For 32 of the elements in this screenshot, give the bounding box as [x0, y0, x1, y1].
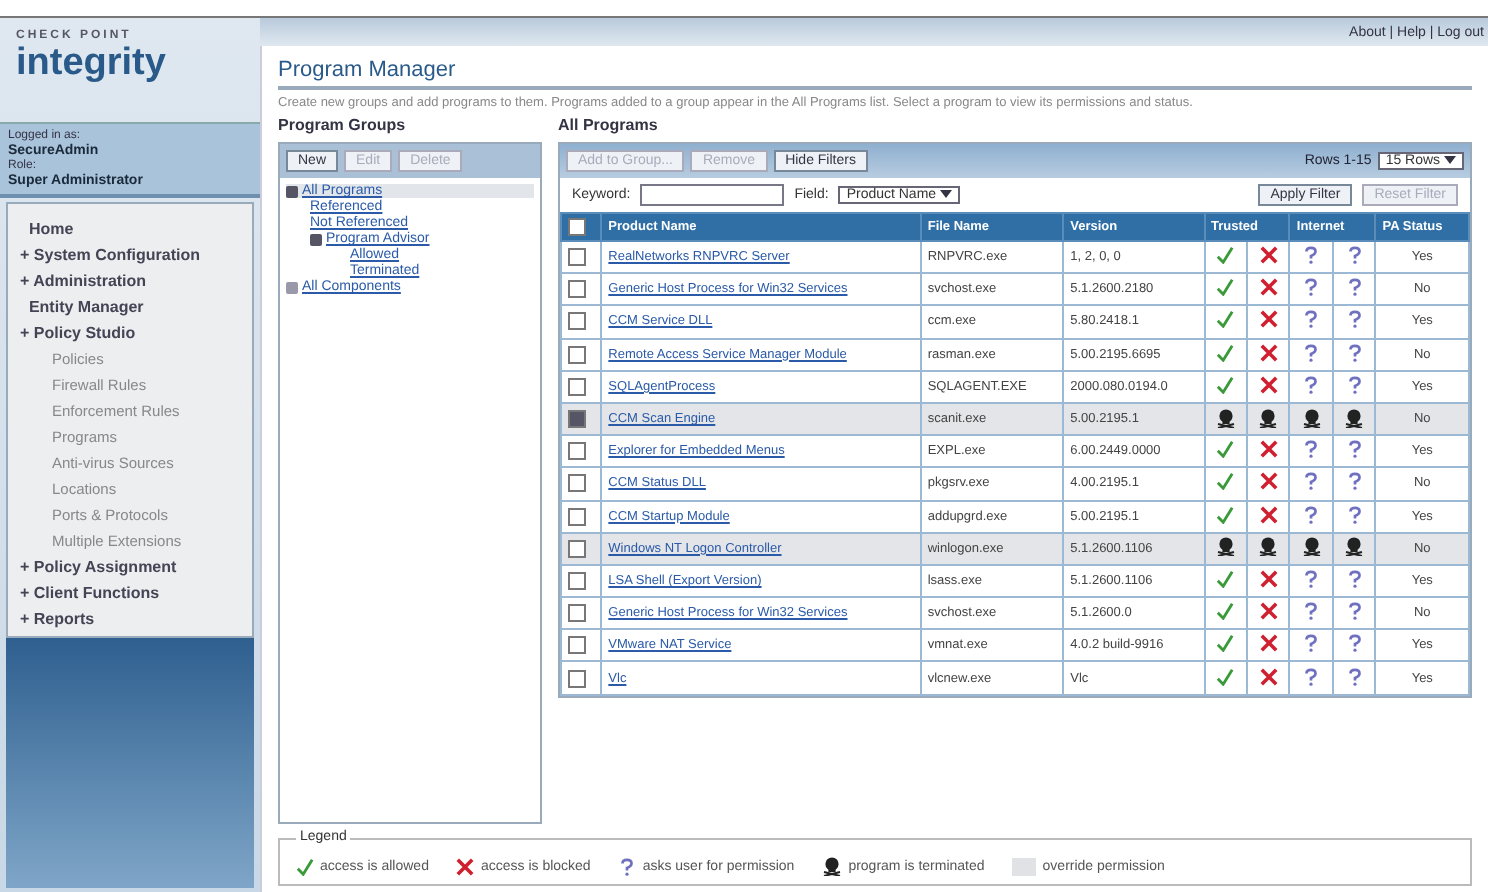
- caret-icon: [940, 190, 953, 198]
- select-all-checkbox[interactable]: [568, 218, 586, 236]
- row-checkbox[interactable]: [568, 636, 586, 655]
- nav-item[interactable]: + Administration: [8, 268, 252, 294]
- page-title: Program Manager: [278, 58, 1472, 90]
- row-checkbox[interactable]: [568, 248, 586, 267]
- row-checkbox[interactable]: [568, 474, 586, 493]
- brand-logo: integrity: [16, 42, 168, 86]
- nav-item[interactable]: + Reports: [8, 606, 252, 632]
- row-checkbox[interactable]: [568, 604, 586, 623]
- row-checkbox[interactable]: [568, 312, 586, 331]
- row-checkbox[interactable]: [568, 345, 586, 364]
- nav-item[interactable]: Entity Manager: [8, 294, 252, 320]
- keyword-field[interactable]: [640, 184, 785, 206]
- row-checkbox[interactable]: [568, 539, 586, 558]
- expand-icon[interactable]: [310, 233, 322, 245]
- nav-item[interactable]: + Policy Studio: [8, 320, 252, 346]
- expand-icon[interactable]: [286, 185, 298, 197]
- nav-item[interactable]: + Policy Assignment: [8, 554, 252, 580]
- row-checkbox[interactable]: [568, 280, 586, 299]
- row-checkbox[interactable]: [568, 571, 586, 590]
- row-checkbox[interactable]: [568, 507, 586, 526]
- row-checkbox[interactable]: [568, 669, 586, 688]
- section-heading: All Programs: [558, 116, 660, 134]
- row-checkbox[interactable]: [568, 410, 586, 429]
- row-checkbox[interactable]: [568, 442, 586, 461]
- nav-item[interactable]: Home: [8, 216, 252, 242]
- section-heading: Program Groups: [278, 116, 408, 134]
- nav-item[interactable]: + Client Functions: [8, 580, 252, 606]
- caret-icon: [1444, 156, 1456, 164]
- nav-item[interactable]: + System Configuration: [8, 242, 252, 268]
- row-checkbox[interactable]: [568, 377, 586, 396]
